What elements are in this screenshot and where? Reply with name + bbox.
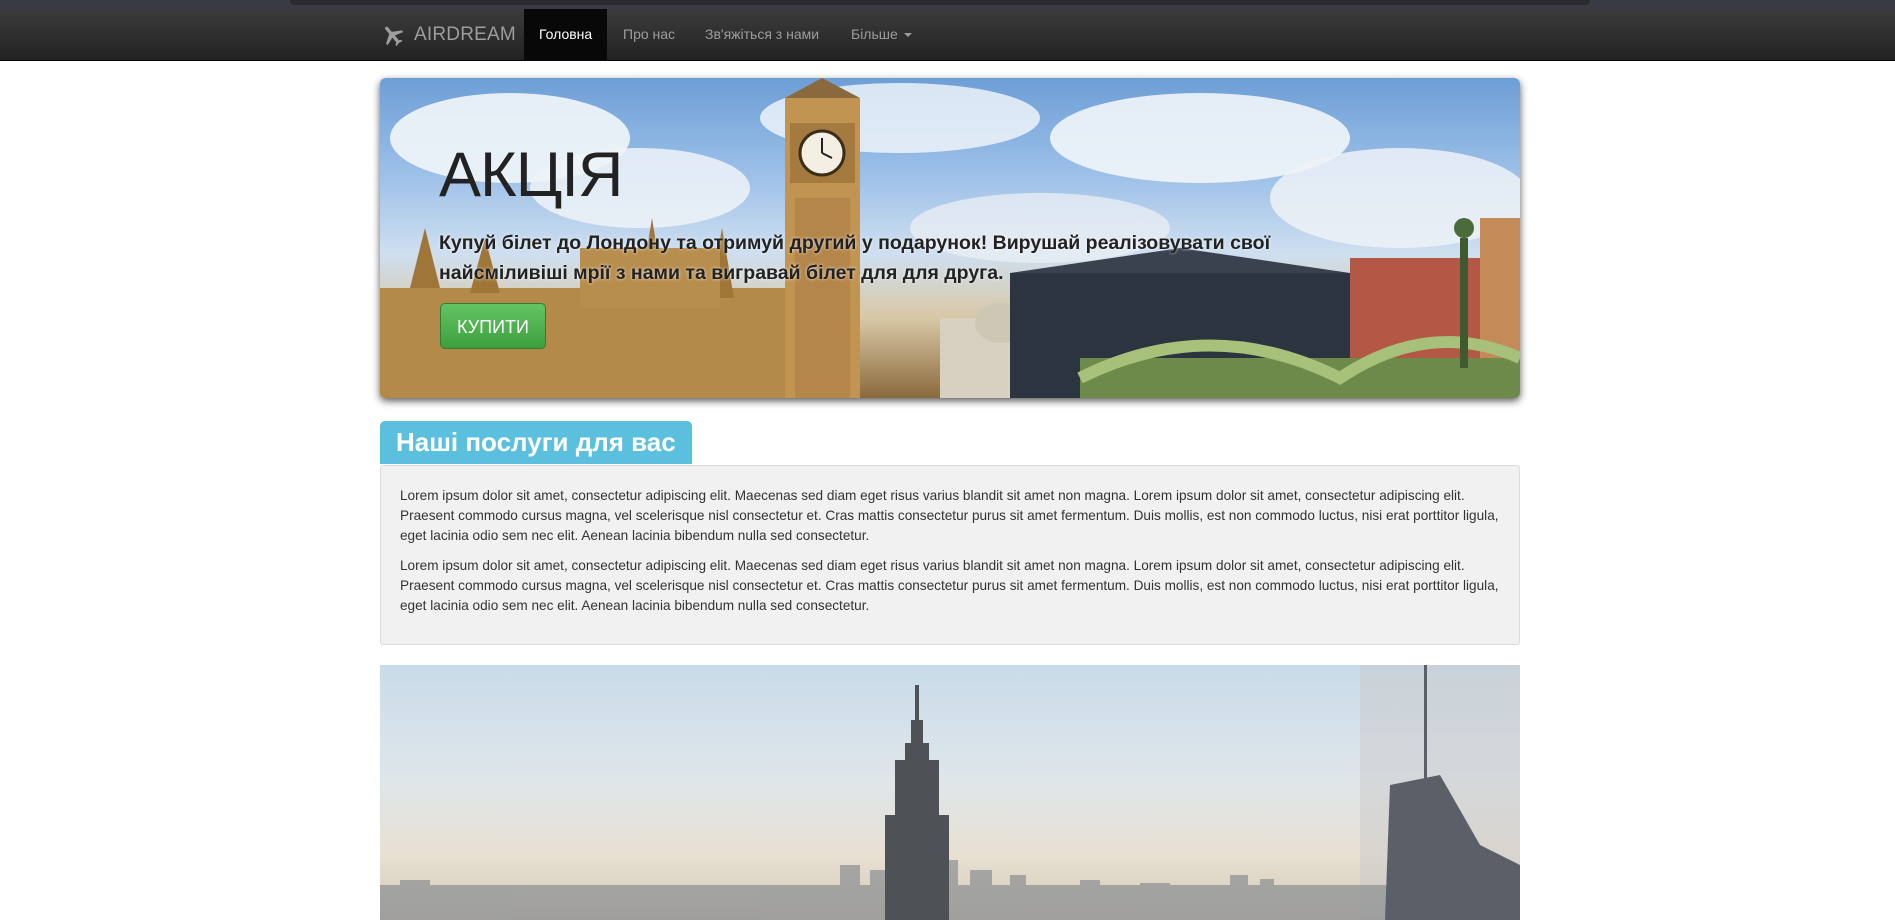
hero-banner: АКЦІЯ Купуй білет до Лондону та отримуй … bbox=[380, 78, 1520, 398]
airplane-icon bbox=[385, 26, 404, 46]
brand-link[interactable]: AIRDREAM bbox=[380, 9, 516, 60]
services-panel: Lorem ipsum dolor sit amet, consectetur … bbox=[380, 465, 1520, 645]
top-strip-bar bbox=[290, 0, 1590, 5]
navbar: AIRDREAM Головна Про нас Зв'яжіться з на… bbox=[0, 9, 1895, 61]
nav-home[interactable]: Головна bbox=[524, 9, 607, 60]
brand-name: AIRDREAM bbox=[414, 23, 516, 45]
caret-down-icon bbox=[903, 33, 912, 38]
nav-contact[interactable]: Зв'яжіться з нами bbox=[690, 9, 834, 60]
buy-button[interactable]: КУПИТИ bbox=[440, 303, 546, 349]
nav-more-dropdown[interactable]: Більше bbox=[836, 9, 927, 60]
hero-description: Купуй білет до Лондону та отримуй другий… bbox=[439, 232, 1271, 284]
hero-title: АКЦІЯ bbox=[439, 140, 623, 210]
services-paragraph: Lorem ipsum dolor sit amet, consectetur … bbox=[400, 488, 1499, 543]
services-paragraph: Lorem ipsum dolor sit amet, consectetur … bbox=[400, 558, 1499, 613]
browser-top-strip bbox=[0, 0, 1895, 9]
nav-about[interactable]: Про нас bbox=[608, 9, 690, 60]
new-york-skyline-image bbox=[380, 665, 1520, 920]
services-heading: Наші послуги для вас bbox=[380, 421, 692, 464]
nav-more-label: Більше bbox=[851, 26, 898, 42]
new-york-scene bbox=[380, 665, 1520, 920]
